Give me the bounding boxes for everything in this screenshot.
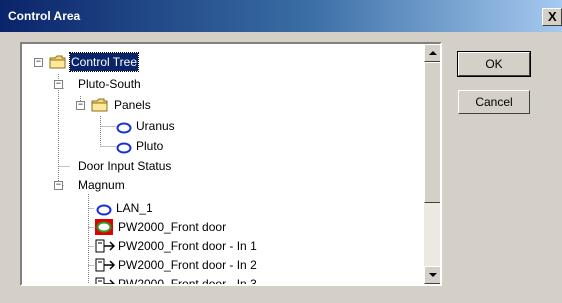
window-title: Control Area (8, 9, 81, 23)
tree-item-label: Panels (114, 98, 151, 112)
tree-item-door-input-status[interactable]: Door Input Status (78, 157, 258, 175)
tree-item-label: Pluto (136, 139, 164, 153)
scroll-down-button[interactable] (424, 266, 440, 284)
title-bar: Control Area X (0, 0, 562, 32)
arrow-down-icon (429, 273, 437, 277)
tree-item-label: LAN_1 (116, 201, 153, 215)
tree-item-uranus[interactable]: Uranus (116, 117, 236, 135)
tree-item-label: PW2000_Front door - In 2 (118, 258, 257, 272)
tree-item-label: PW2000_Front door (118, 220, 227, 234)
tree-item-label: PW2000_Front door - In 1 (118, 239, 257, 253)
tree-item-panels[interactable]: − Panels (76, 96, 256, 114)
collapse-toggle[interactable]: − (34, 58, 43, 67)
folder-icon (91, 98, 108, 112)
vertical-scrollbar[interactable] (424, 44, 440, 284)
reader-icon (116, 142, 132, 154)
tree-item-pluto-south[interactable]: − Pluto-South (54, 75, 234, 93)
door-input-icon (95, 277, 116, 284)
tree-item-label: Control Tree (68, 52, 140, 72)
close-icon: X (548, 9, 557, 24)
tree-item-control-tree[interactable]: − Control Tree (32, 52, 212, 72)
tree-item-label: Magnum (78, 178, 125, 192)
tree-item-magnum[interactable]: − Magnum (54, 176, 234, 194)
tree-item-pw2000-front-door-in-3[interactable]: PW2000_Front door - In 3 (94, 275, 334, 286)
tree-item-label: Door Input Status (78, 159, 172, 173)
folder-icon (49, 55, 66, 69)
tree-item-lan-1[interactable]: LAN_1 (96, 199, 216, 217)
collapse-toggle[interactable]: − (76, 101, 85, 110)
door-input-icon (95, 258, 116, 272)
tree-item-label: PW2000_Front door - In 3 (118, 277, 257, 286)
tree-item-pw2000-front-door[interactable]: PW2000_Front door (94, 218, 294, 236)
scroll-up-button[interactable] (424, 44, 440, 62)
cancel-button[interactable]: Cancel (458, 90, 530, 114)
reader-icon (116, 122, 132, 134)
door-alarm-icon (95, 219, 113, 235)
collapse-toggle[interactable]: − (54, 80, 63, 89)
tree-item-pw2000-front-door-in-2[interactable]: PW2000_Front door - In 2 (94, 256, 334, 274)
scrollbar-thumb[interactable] (424, 62, 440, 203)
door-input-icon (95, 239, 116, 253)
tree-item-pluto[interactable]: Pluto (116, 137, 236, 155)
collapse-toggle[interactable]: − (54, 181, 63, 190)
arrow-up-icon (429, 51, 437, 55)
tree-item-pw2000-front-door-in-1[interactable]: PW2000_Front door - In 1 (94, 237, 334, 255)
close-button[interactable]: X (542, 8, 562, 26)
reader-icon (96, 204, 112, 216)
ok-button[interactable]: OK (457, 51, 531, 77)
control-tree-view[interactable]: − Control Tree − Pluto-South − Panels Ur… (20, 42, 442, 286)
tree-item-label: Uranus (136, 119, 175, 133)
tree-item-label: Pluto-South (78, 77, 141, 91)
